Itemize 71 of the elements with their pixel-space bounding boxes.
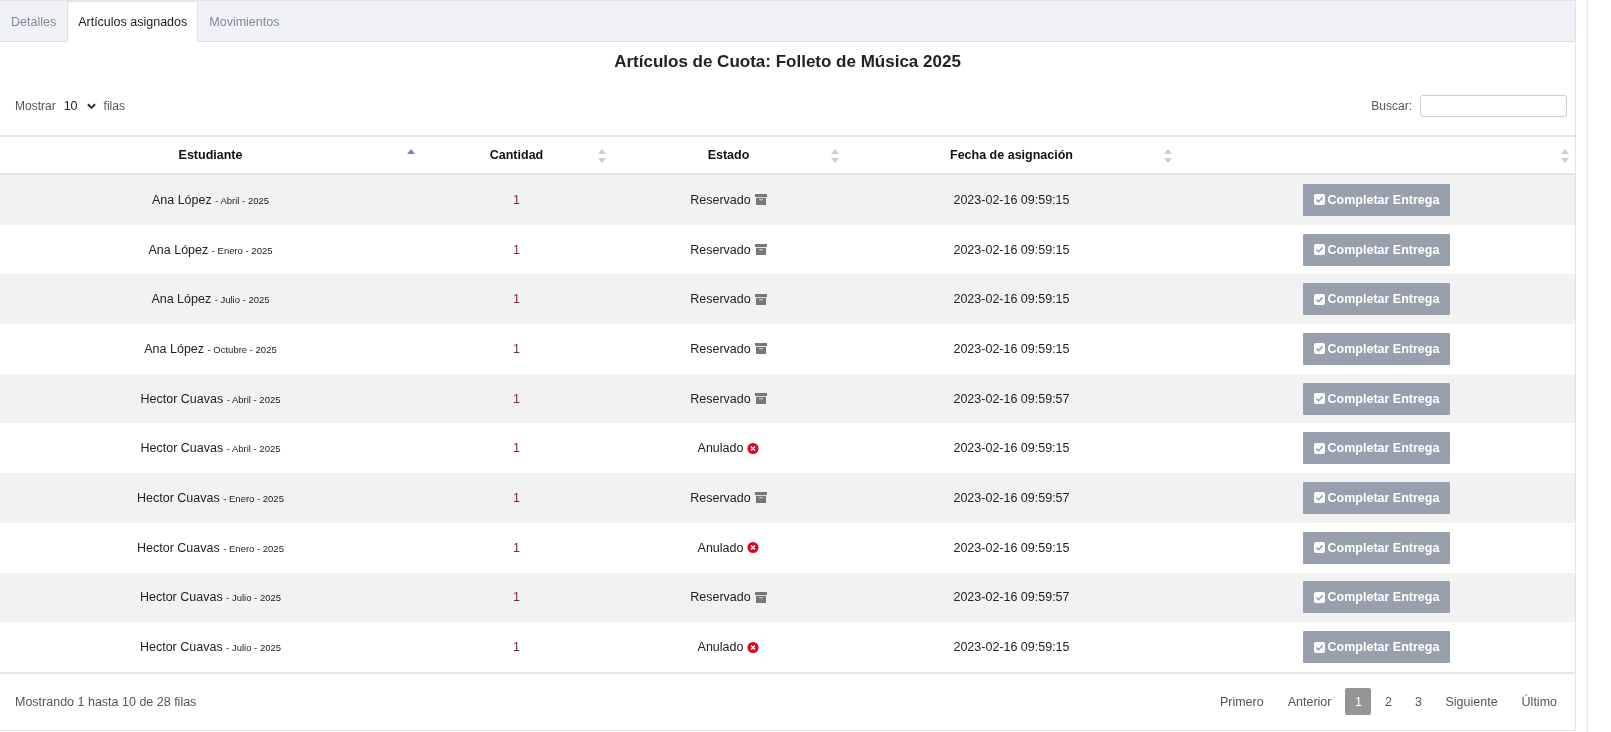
status-text: Reservado (690, 391, 751, 406)
check-square-icon (1313, 542, 1325, 554)
quantity-cell: 1 (513, 441, 520, 456)
pagination-link[interactable]: Anterior (1277, 688, 1342, 716)
check-square-icon (1313, 442, 1325, 454)
student-cell: Hector Cuavas - Julio - 2025 (139, 590, 282, 605)
check-square-icon (1313, 641, 1325, 653)
date-cell: 2023-02-16 09:59:15 (953, 640, 1070, 655)
quantity-cell: 1 (513, 192, 520, 207)
date-cell: 2023-02-16 09:59:15 (953, 441, 1070, 456)
page-number-button[interactable]: 3 (1405, 688, 1432, 716)
check-square-icon (1313, 244, 1325, 256)
column-header[interactable]: Estudiante (0, 136, 421, 174)
check-square-icon (1313, 393, 1325, 405)
check-square-icon (1313, 194, 1325, 206)
date-cell: 2023-02-16 09:59:15 (953, 292, 1070, 307)
date-cell: 2023-02-16 09:59:57 (953, 490, 1070, 505)
status-text: Reservado (690, 590, 751, 605)
search-label: Buscar: (1371, 99, 1412, 113)
student-cell: Ana López - Octubre - 2025 (144, 341, 277, 356)
column-header[interactable]: Fecha de asignación (845, 136, 1178, 174)
student-cell: Hector Cuavas - Enero - 2025 (137, 490, 284, 505)
check-square-icon (1313, 293, 1325, 305)
status-text: Anulado (697, 540, 744, 555)
show-label: Mostrar (15, 99, 56, 113)
date-cell: 2023-02-16 09:59:15 (953, 540, 1070, 555)
page-title: Artículos de Cuota: Folleto de Música 2025 (613, 51, 962, 73)
quantity-cell: 1 (513, 640, 520, 655)
date-cell: 2023-02-16 09:59:15 (953, 242, 1070, 257)
status-text: Reservado (690, 292, 751, 307)
tab[interactable]: Movimientos (198, 1, 291, 42)
student-cell: Hector Cuavas - Abril - 2025 (140, 391, 281, 406)
search-field[interactable] (1420, 95, 1567, 117)
tab[interactable]: Detalles (0, 1, 68, 42)
check-square-icon (1313, 343, 1325, 355)
student-cell: Hector Cuavas - Abril - 2025 (140, 441, 281, 456)
status-text: Reservado (690, 242, 751, 257)
student-cell: Ana López - Abril - 2025 (151, 192, 270, 207)
pagination-link[interactable]: Primero (1209, 688, 1274, 716)
date-cell: 2023-02-16 09:59:57 (953, 590, 1070, 605)
date-cell: 2023-02-16 09:59:15 (953, 341, 1070, 356)
pagination-link[interactable]: Siguiente (1435, 688, 1508, 716)
student-cell: Hector Cuavas - Julio - 2025 (139, 640, 282, 655)
tab[interactable]: Artículos asignados (67, 1, 199, 42)
quantity-cell: 1 (513, 341, 520, 356)
quantity-cell: 1 (513, 242, 520, 257)
pagination-link[interactable]: Último (1511, 688, 1567, 716)
date-cell: 2023-02-16 09:59:15 (953, 192, 1070, 207)
rows-label: filas (103, 99, 125, 113)
status-text: Reservado (690, 490, 751, 505)
chevron-down-icon (86, 102, 96, 110)
quantity-cell: 1 (513, 490, 520, 505)
quantity-cell: 1 (513, 391, 520, 406)
quantity-cell: 1 (513, 540, 520, 555)
status-text: Reservado (690, 341, 751, 356)
page-number-button[interactable]: 1 (1345, 688, 1372, 716)
page-number-button[interactable]: 2 (1375, 688, 1402, 716)
student-cell: Ana López - Enero - 2025 (148, 242, 273, 257)
table-info-text: Mostrando 1 hasta 10 de 28 filas (15, 694, 197, 709)
status-text: Anulado (697, 441, 744, 456)
status-text: Anulado (697, 640, 744, 655)
rows-per-page-select[interactable]: 10 (61, 97, 98, 115)
status-text: Reservado (690, 192, 751, 207)
student-cell: Hector Cuavas - Enero - 2025 (137, 540, 284, 555)
check-square-icon (1313, 591, 1325, 603)
check-square-icon (1313, 492, 1325, 504)
student-cell: Ana López - Julio - 2025 (151, 292, 270, 307)
date-cell: 2023-02-16 09:59:57 (953, 391, 1070, 406)
quantity-cell: 1 (513, 590, 520, 605)
quantity-cell: 1 (513, 292, 520, 307)
column-header[interactable] (1178, 136, 1575, 174)
